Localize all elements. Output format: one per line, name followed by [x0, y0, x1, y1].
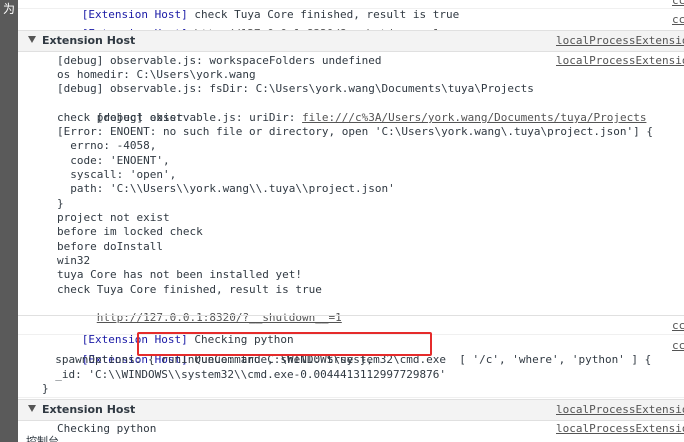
- log-line: check Tuya Core finished, result is true: [57, 283, 322, 296]
- console-group-header[interactable]: Extension Host localProcessExtensio: [18, 399, 684, 421]
- log-line: syscall: 'open',: [57, 168, 177, 181]
- expand-triangle-icon[interactable]: [28, 36, 36, 43]
- source-link[interactable]: localProcessExtensio: [556, 34, 684, 47]
- drawer-tab-bar: 控制台: [18, 430, 684, 442]
- log-line: os homedir: C:\Users\york.wang: [57, 68, 256, 81]
- log-line: [Error: ENOENT: no such file or director…: [57, 125, 654, 138]
- source-link[interactable]: cc: [672, 13, 684, 26]
- log-line: check project exist.: [57, 111, 190, 124]
- source-link[interactable]: cc: [672, 0, 684, 7]
- console-group-header[interactable]: Extension Host localProcessExtensio: [18, 30, 684, 52]
- expand-triangle-icon[interactable]: [28, 405, 36, 412]
- log-line: [debug] observable.js: workspaceFolders …: [57, 54, 382, 67]
- group-title: Extension Host: [42, 34, 136, 47]
- log-line: code: 'ENOENT',: [57, 154, 170, 167]
- log-line: [debug] observable.js: fsDir: C:\Users\y…: [57, 82, 534, 95]
- log-line: errno: -4058,: [57, 139, 157, 152]
- log-line: before doInstall: [57, 240, 163, 253]
- gutter-glyph: 为: [2, 2, 15, 16]
- highlight-box: [137, 332, 432, 356]
- source-link[interactable]: cc: [672, 319, 684, 332]
- console-tab-label[interactable]: 控制台: [26, 433, 59, 442]
- log-line: path: 'C:\\Users\\york.wang\\.tuya\\proj…: [57, 182, 395, 195]
- source-link[interactable]: localProcessExtensio: [556, 54, 684, 67]
- source-link[interactable]: cc: [672, 339, 684, 352]
- console-row: [Extension Host] check Tuya Core finishe…: [18, 0, 684, 21]
- console-panel: [Extension Host] check Tuya Core finishe…: [18, 0, 684, 442]
- log-line: win32: [57, 254, 91, 267]
- log-line: }: [57, 197, 64, 210]
- log-line: before im locked check: [57, 225, 203, 238]
- uri-link[interactable]: file:///c%3A/Users/york.wang/Documents/t…: [302, 111, 646, 124]
- source-link[interactable]: localProcessExtensio: [556, 403, 684, 416]
- log-line: project not exist: [57, 211, 170, 224]
- log-line: tuya Core has not been installed yet!: [57, 268, 303, 281]
- group-title: Extension Host: [42, 403, 136, 416]
- log-line: }: [42, 382, 49, 395]
- log-line: _id: 'C:\\WINDOWS\\system32\\cmd.exe-0.0…: [42, 368, 446, 381]
- console-row: [Extension Host] http://127.0.0.1:8320/?…: [18, 10, 684, 40]
- left-gutter: 为: [0, 0, 18, 442]
